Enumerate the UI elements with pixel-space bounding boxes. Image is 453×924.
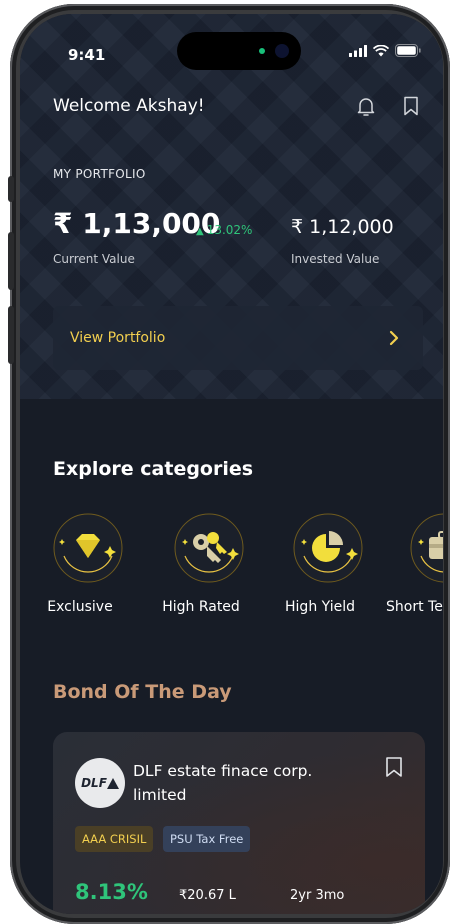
view-portfolio-button[interactable]: View Portfolio (53, 306, 423, 370)
category-short-term[interactable]: Short Ter (382, 510, 443, 620)
invested-value-label: Invested Value (291, 252, 380, 266)
category-label: Exclusive (47, 599, 113, 615)
pie-chart-icon (293, 513, 363, 583)
side-button-volume-up (8, 232, 14, 290)
dynamic-island (177, 32, 301, 70)
keys-icon (174, 513, 244, 583)
dlf-logo-text: DLF (81, 776, 107, 790)
chevron-right-icon (389, 330, 399, 346)
app-screen: 9:41 Welcome Akshay! MY PORTFOLIO ₹ 1,13… (20, 14, 443, 914)
portfolio-change-value: 13.02% (206, 223, 253, 237)
briefcase-icon (410, 513, 443, 583)
cellular-signal-icon (349, 44, 367, 57)
battery-icon (395, 44, 421, 57)
diamond-icon (53, 513, 123, 583)
tax-badge: PSU Tax Free (163, 826, 251, 852)
portfolio-label: MY PORTFOLIO (53, 167, 146, 181)
welcome-text: Welcome Akshay! (53, 96, 205, 116)
bookmark-icon[interactable] (383, 755, 405, 779)
camera-lens-icon (275, 44, 289, 58)
side-button-volume-down (8, 306, 14, 364)
status-icons (349, 44, 421, 57)
bond-name: DLF estate finace corp. limited (133, 762, 313, 804)
bond-card[interactable]: DLF DLF estate finace corp. limited AAA … (53, 732, 425, 914)
category-high-rated[interactable]: High Rated (146, 510, 256, 620)
dlf-logo: DLF (75, 758, 125, 808)
current-value-label: Current Value (53, 252, 135, 266)
bookmark-icon[interactable] (400, 95, 422, 117)
bond-amount: ₹20.67 L (179, 888, 236, 903)
category-exclusive[interactable]: Exclusive (25, 510, 135, 620)
bond-tenure: 2yr 3mo (290, 888, 345, 903)
view-portfolio-label: View Portfolio (70, 330, 166, 346)
portfolio-change: ▲ 13.02% (196, 223, 252, 237)
explore-categories-title: Explore categories (53, 458, 254, 480)
category-label: High Yield (285, 599, 355, 615)
category-label: High Rated (162, 599, 240, 615)
bond-of-the-day-title: Bond Of The Day (53, 681, 232, 703)
invested-value: ₹ 1,12,000 (291, 216, 394, 238)
up-arrow-icon: ▲ (196, 226, 204, 237)
category-label: Short Ter (386, 599, 443, 615)
wifi-icon (373, 44, 389, 56)
dlf-logo-mark-icon (106, 777, 119, 789)
status-time: 9:41 (68, 46, 106, 64)
camera-indicator-icon (259, 48, 265, 54)
category-high-yield[interactable]: High Yield (265, 510, 375, 620)
rating-badge: AAA CRISIL (75, 826, 154, 852)
bond-yield: 8.13% (75, 880, 148, 904)
bell-icon[interactable] (354, 94, 378, 118)
side-button-silent (8, 176, 14, 202)
